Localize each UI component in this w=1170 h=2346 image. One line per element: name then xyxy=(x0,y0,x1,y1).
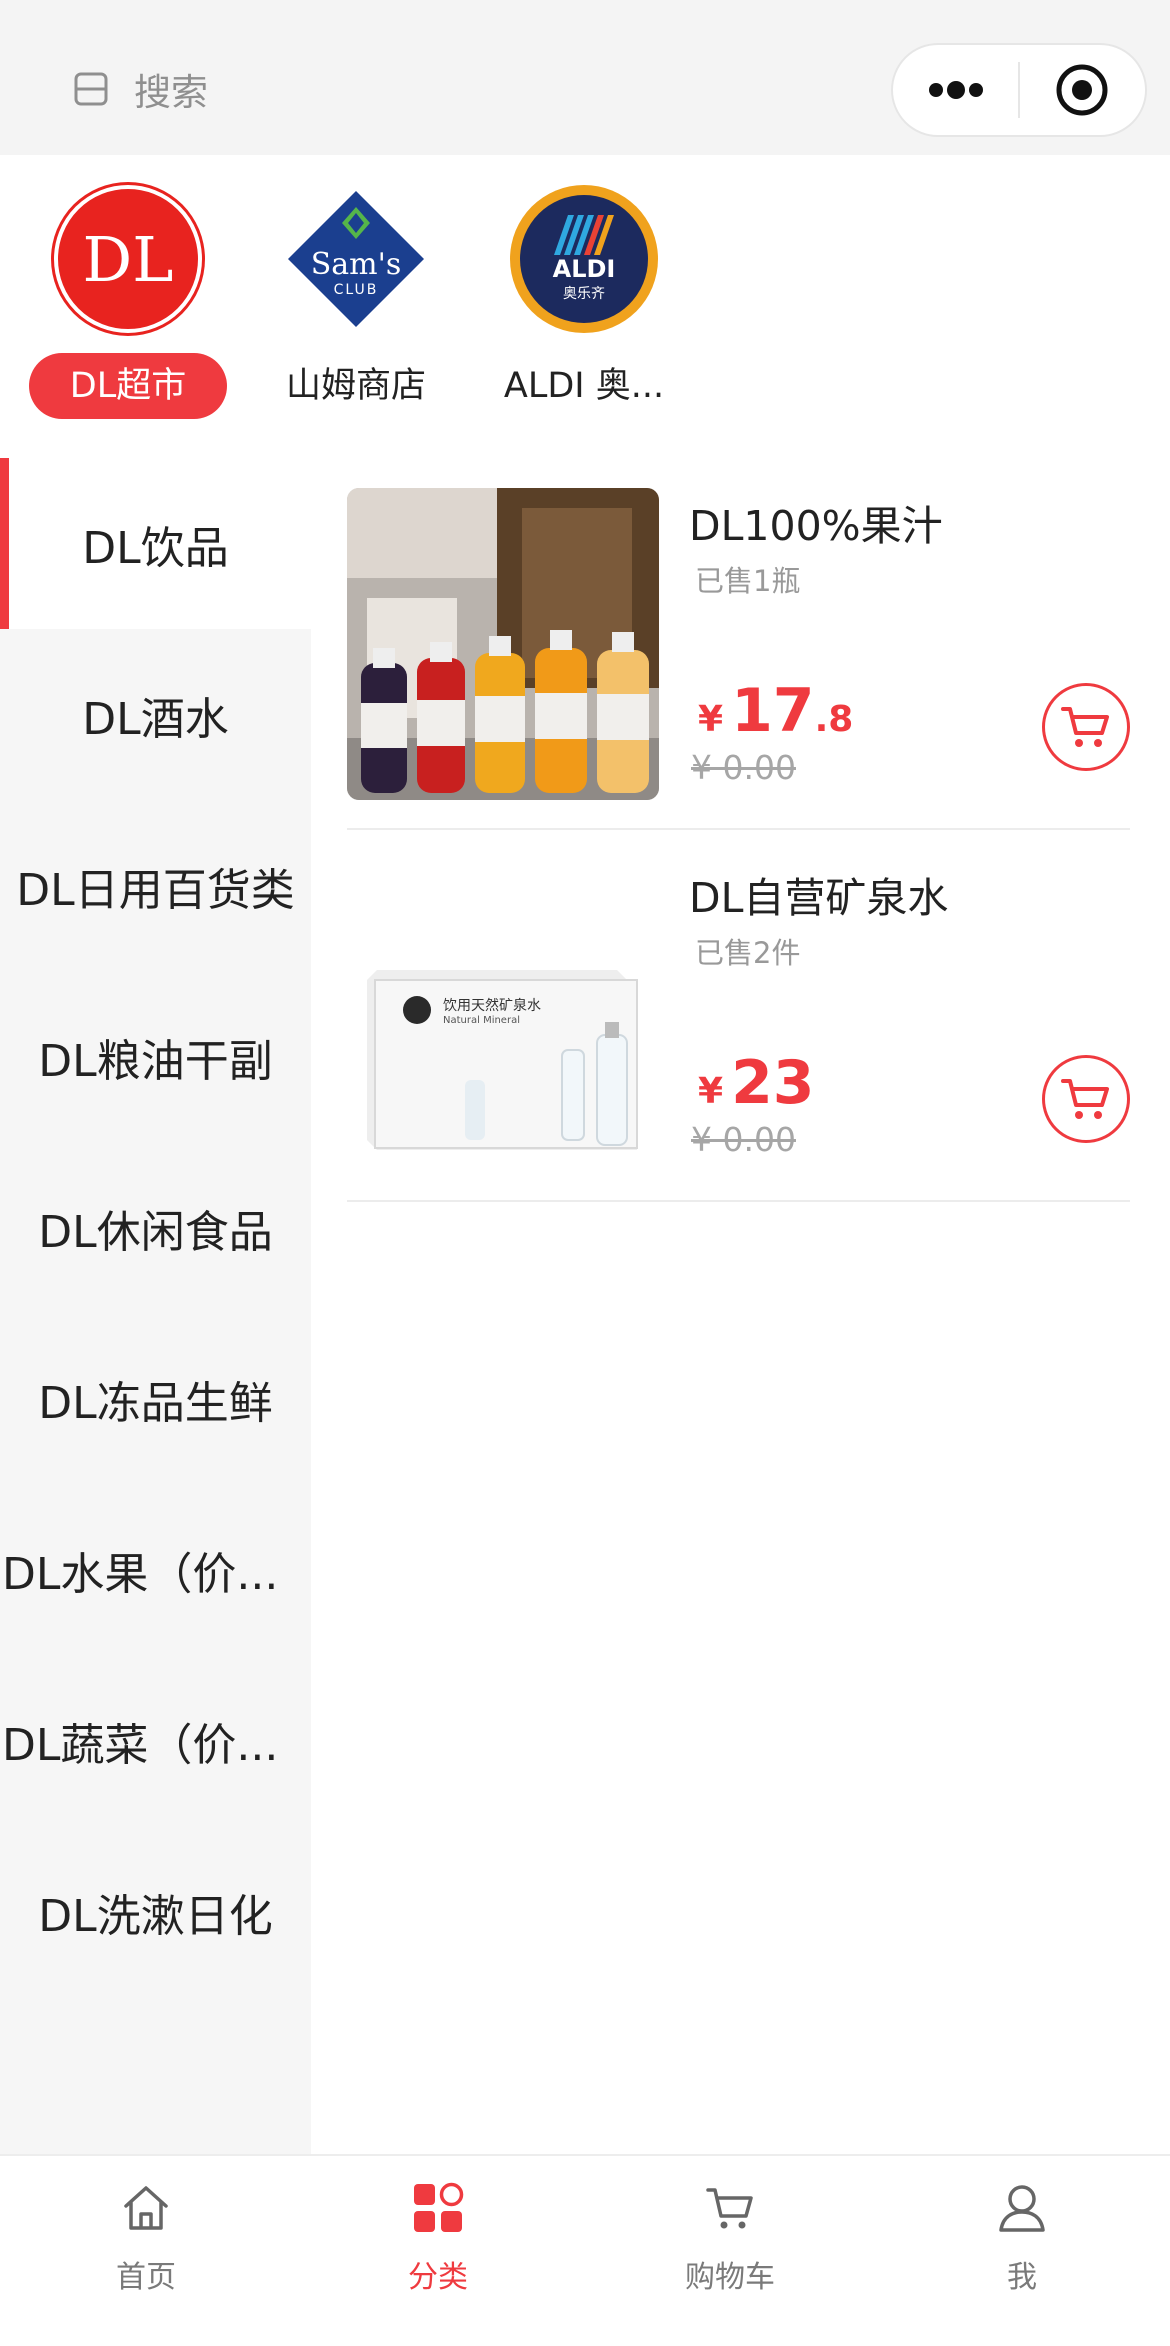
user-icon xyxy=(994,2180,1050,2236)
target-icon xyxy=(1056,64,1108,116)
aldi-stripes-icon xyxy=(554,215,614,255)
tab-profile[interactable]: 我 xyxy=(876,2180,1168,2296)
product-name[interactable]: DL100%果汁 xyxy=(689,492,943,552)
close-button[interactable] xyxy=(1020,45,1145,135)
sidebar-item-daily-goods[interactable]: DL日用百货类 xyxy=(0,800,311,971)
price-integer: 23 xyxy=(731,1048,815,1118)
tab-label: 分类 xyxy=(408,2260,468,2295)
sidebar-item-label: DL饮品 xyxy=(82,522,229,574)
product-original-price: ¥ 0.00 xyxy=(691,748,796,787)
tab-label: 首页 xyxy=(116,2260,176,2295)
category-sidebar: DL饮品 DL酒水 DL日用百货类 DL粮油干副 DL休闲食品 DL冻品生鲜 D… xyxy=(0,458,311,2154)
sidebar-item-label: DL冻品生鲜 xyxy=(38,1377,273,1429)
price-integer: 17 xyxy=(731,676,815,746)
sidebar-item-label: DL酒水 xyxy=(82,693,229,745)
cart-icon xyxy=(1061,1079,1109,1119)
sidebar-item-snacks[interactable]: DL休闲食品 xyxy=(0,1142,311,1313)
top-bar: 搜索 xyxy=(0,0,1170,155)
dl-logo-text: DL xyxy=(82,222,174,296)
category-icon xyxy=(410,2180,466,2236)
home-icon xyxy=(118,2180,174,2236)
price-decimal: .8 xyxy=(814,699,854,740)
store-selector: DL DL超市 Sam's CLUB 山姆商店 ALDI 奥乐齐 ALDI 奥.… xyxy=(0,155,1170,455)
juice-bottles-image xyxy=(347,488,659,800)
aldi-logo: ALDI 奥乐齐 xyxy=(510,185,658,333)
add-to-cart-button[interactable] xyxy=(1042,683,1130,771)
product-card[interactable]: DL100%果汁 已售1瓶 ¥ 17 .8 ¥ 0.00 xyxy=(347,458,1130,830)
product-price: ¥ 17 .8 xyxy=(698,676,853,746)
product-sold-count: 已售1瓶 xyxy=(695,564,801,598)
sams-logo-sub: CLUB xyxy=(333,282,379,298)
sidebar-item-toiletries[interactable]: DL洗漱日化 xyxy=(0,1826,311,1997)
store-label-sams: 山姆商店 xyxy=(285,366,426,406)
tab-cart[interactable]: 购物车 xyxy=(584,2180,876,2296)
sidebar-item-drinks[interactable]: DL饮品 xyxy=(0,458,311,629)
tab-home[interactable]: 首页 xyxy=(0,2180,292,2296)
sams-logo-text: Sam's xyxy=(310,246,402,282)
store-aldi[interactable]: ALDI 奥乐齐 ALDI 奥... xyxy=(484,185,684,419)
more-dots-icon xyxy=(928,81,983,99)
product-sold-count: 已售2件 xyxy=(695,936,801,970)
water-box-title: 饮用天然矿泉水 xyxy=(443,998,541,1014)
sidebar-item-fruit[interactable]: DL水果（价... xyxy=(0,1484,311,1655)
water-box-subtitle: Natural Mineral xyxy=(443,1015,520,1026)
product-name[interactable]: DL自营矿泉水 xyxy=(689,864,948,924)
sidebar-item-label: DL粮油干副 xyxy=(38,1035,273,1087)
product-image-juice xyxy=(347,488,659,800)
product-image-water: 饮用天然矿泉水 Natural Mineral xyxy=(347,860,659,1172)
aldi-logo-text: ALDI xyxy=(552,255,616,283)
sidebar-item-grain-oil[interactable]: DL粮油干副 xyxy=(0,971,311,1142)
sidebar-item-label: DL日用百货类 xyxy=(16,864,295,916)
store-label-dl: DL超市 xyxy=(29,353,227,419)
more-button[interactable] xyxy=(893,45,1018,135)
tab-label: 购物车 xyxy=(685,2260,775,2295)
sams-club-logo: Sam's CLUB xyxy=(282,185,430,333)
product-card[interactable]: 饮用天然矿泉水 Natural Mineral DL自营矿泉水 已售2件 ¥ 2… xyxy=(347,830,1130,1202)
tab-label: 我 xyxy=(1007,2260,1037,2295)
product-price: ¥ 23 xyxy=(698,1048,815,1118)
add-to-cart-button[interactable] xyxy=(1042,1055,1130,1143)
mini-program-capsule xyxy=(891,43,1147,137)
store-dl[interactable]: DL DL超市 xyxy=(28,185,228,419)
search-icon xyxy=(74,72,108,106)
tab-category[interactable]: 分类 xyxy=(292,2180,584,2296)
sidebar-item-vegetables[interactable]: DL蔬菜（价... xyxy=(0,1655,311,1826)
bottom-tab-bar: 首页 分类 购物车 我 xyxy=(0,2154,1170,2346)
price-currency: ¥ xyxy=(698,1071,724,1112)
sidebar-item-liquor[interactable]: DL酒水 xyxy=(0,629,311,800)
aldi-logo-inner: ALDI 奥乐齐 xyxy=(520,195,648,323)
sidebar-item-frozen-fresh[interactable]: DL冻品生鲜 xyxy=(0,1313,311,1484)
search-placeholder: 搜索 xyxy=(134,71,208,114)
sidebar-item-label: DL蔬菜（价... xyxy=(2,1719,279,1771)
search-bar[interactable]: 搜索 xyxy=(72,58,208,120)
product-original-price: ¥ 0.00 xyxy=(691,1120,796,1159)
sidebar-item-label: DL水果（价... xyxy=(2,1548,279,1600)
price-currency: ¥ xyxy=(698,699,724,740)
dl-logo: DL xyxy=(54,185,202,333)
sidebar-item-label: DL休闲食品 xyxy=(38,1206,273,1258)
cart-icon xyxy=(1061,707,1109,747)
store-label-aldi: ALDI 奥... xyxy=(503,366,665,406)
cart-icon xyxy=(702,2180,758,2236)
aldi-logo-sub: 奥乐齐 xyxy=(563,286,605,302)
store-sams[interactable]: Sam's CLUB 山姆商店 xyxy=(256,185,456,419)
sidebar-item-label: DL洗漱日化 xyxy=(38,1890,273,1942)
